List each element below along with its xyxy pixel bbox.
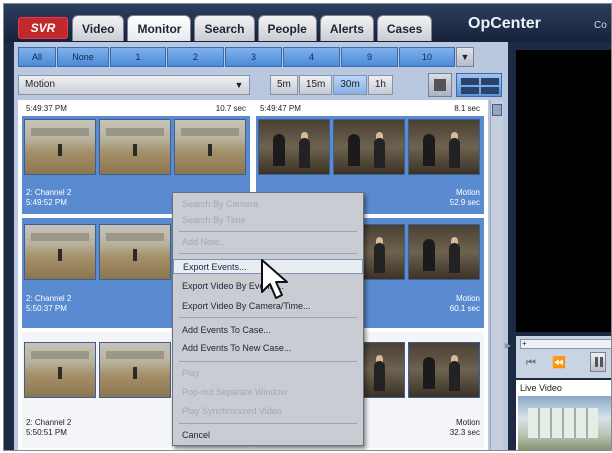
- top-bar: SVR Video Monitor Search People Alerts C…: [4, 4, 611, 42]
- event-length: 60.1 sec: [449, 304, 480, 313]
- event-duration: 10.7 sec: [215, 104, 246, 113]
- event-type-label: Motion 32.3 sec: [450, 418, 480, 438]
- rewind-icon[interactable]: ⏮: [526, 356, 536, 370]
- app-brand: OpCenter: [468, 15, 541, 32]
- menu-separator: [179, 317, 357, 318]
- camera-4-button[interactable]: 4: [283, 47, 340, 67]
- menu-item-cancel[interactable]: Cancel: [173, 428, 363, 443]
- video-thumbnail[interactable]: [99, 342, 171, 398]
- event-length: 52.9 sec: [449, 198, 480, 207]
- tab-monitor[interactable]: Monitor: [127, 15, 192, 41]
- pause-button[interactable]: [590, 352, 606, 372]
- video-viewport[interactable]: [516, 50, 611, 332]
- video-thumbnail[interactable]: [408, 224, 480, 280]
- video-thumbnail[interactable]: [24, 119, 96, 175]
- event-type: Motion: [455, 294, 480, 303]
- opcenter-window: SVR Video Monitor Search People Alerts C…: [3, 3, 612, 451]
- live-video-label: Live Video: [520, 383, 562, 393]
- menu-separator: [179, 253, 357, 254]
- event-header: 5:49:37 PM 10.7 sec: [22, 102, 250, 116]
- single-view-button[interactable]: [428, 73, 452, 97]
- menu-separator: [179, 423, 357, 424]
- tab-search[interactable]: Search: [194, 15, 255, 41]
- seek-bar[interactable]: +: [520, 339, 611, 349]
- camera-selector: All None 1 2 3 4 9 10 ▼: [18, 47, 475, 67]
- panel-splitter-icon[interactable]: ▶: [504, 334, 512, 358]
- video-thumbnail[interactable]: [99, 224, 171, 280]
- time-1h-button[interactable]: 1h: [367, 75, 393, 95]
- time-15m-button[interactable]: 15m: [298, 75, 333, 95]
- player-panel: + ⏮ ⏪ Live Video: [512, 42, 611, 450]
- time-30m-button[interactable]: 30m: [333, 75, 367, 95]
- event-type-select[interactable]: Motion ▼: [18, 75, 250, 95]
- context-menu: Search By Camera Search By Time Add Note…: [172, 192, 364, 446]
- menu-item-search-by-camera: Search By Camera: [182, 199, 259, 209]
- event-time: 5:49:37 PM: [26, 104, 67, 113]
- scrollbar-thumb[interactable]: [492, 104, 502, 116]
- main-tabs: Video Monitor Search People Alerts Cases: [72, 15, 435, 41]
- time-range-group: 5m 15m 30m 1h: [270, 75, 394, 95]
- tab-cases[interactable]: Cases: [376, 15, 433, 41]
- menu-item-add-events-to-case[interactable]: Add Events To Case...: [173, 323, 363, 338]
- video-thumbnail[interactable]: [24, 342, 96, 398]
- live-video-panel: Live Video: [516, 380, 611, 450]
- camera-9-button[interactable]: 9: [341, 47, 398, 67]
- video-thumbnail[interactable]: [333, 119, 405, 175]
- camera-more-dropdown[interactable]: ▼: [456, 47, 474, 67]
- single-layout-icon: [434, 79, 446, 91]
- event-duration: 8.1 sec: [454, 104, 480, 113]
- camera-none-button[interactable]: None: [57, 47, 109, 67]
- menu-item-add-events-to-new-case[interactable]: Add Events To New Case...: [173, 341, 363, 356]
- menu-item-add-note: Add Note...: [182, 237, 228, 247]
- video-thumbnail[interactable]: [258, 119, 330, 175]
- event-time: 5:49:47 PM: [260, 104, 301, 113]
- playback-controls: + ⏮ ⏪: [516, 336, 611, 378]
- chevron-down-icon: ▼: [234, 80, 244, 90]
- thumbnail-row: [258, 119, 483, 175]
- mouse-pointer-icon: [261, 259, 288, 299]
- time-5m-button[interactable]: 5m: [270, 75, 298, 95]
- menu-item-play: Play: [182, 368, 200, 378]
- event-type-label: Motion 60.1 sec: [450, 294, 480, 314]
- event-header: 5:49:47 PM 8.1 sec: [256, 102, 484, 116]
- chevron-down-icon: ▼: [460, 52, 470, 62]
- event-length: 32.3 sec: [449, 428, 480, 437]
- menu-separator: [179, 231, 357, 232]
- camera-10-button[interactable]: 10: [399, 47, 455, 67]
- tab-people[interactable]: People: [257, 15, 317, 41]
- menu-item-play-synchronized: Play Synchronized Video: [182, 406, 282, 416]
- menu-separator: [179, 361, 357, 362]
- camera-3-button[interactable]: 3: [225, 47, 282, 67]
- event-type-label: Motion 52.9 sec: [450, 188, 480, 208]
- event-type: Motion: [455, 418, 480, 427]
- tab-video[interactable]: Video: [72, 15, 125, 41]
- live-video-preview[interactable]: [518, 396, 611, 450]
- plus-icon: +: [522, 339, 527, 348]
- event-grid-scrollbar[interactable]: [490, 100, 503, 450]
- camera-1-button[interactable]: 1: [110, 47, 166, 67]
- camera-2-button[interactable]: 2: [167, 47, 224, 67]
- video-thumbnail[interactable]: [408, 342, 480, 398]
- header-truncated-text: Co: [594, 20, 607, 31]
- video-thumbnail[interactable]: [24, 224, 96, 280]
- video-thumbnail[interactable]: [174, 119, 246, 175]
- menu-item-popout-window: Pop-out Separate Window: [182, 387, 288, 397]
- thumbnail-row: [24, 119, 249, 175]
- video-thumbnail[interactable]: [99, 119, 171, 175]
- event-type-value: Motion: [25, 79, 56, 90]
- filter-toolbar: Motion ▼ 5m 15m 30m 1h: [18, 73, 504, 97]
- video-thumbnail[interactable]: [408, 119, 480, 175]
- step-back-icon[interactable]: ⏪: [552, 356, 566, 370]
- camera-all-button[interactable]: All: [18, 47, 56, 67]
- svr-logo: SVR: [18, 17, 68, 39]
- event-type: Motion: [455, 188, 480, 197]
- tab-alerts[interactable]: Alerts: [319, 15, 374, 41]
- grid-view-button[interactable]: [456, 73, 502, 97]
- menu-item-search-by-time: Search By Time: [182, 215, 246, 225]
